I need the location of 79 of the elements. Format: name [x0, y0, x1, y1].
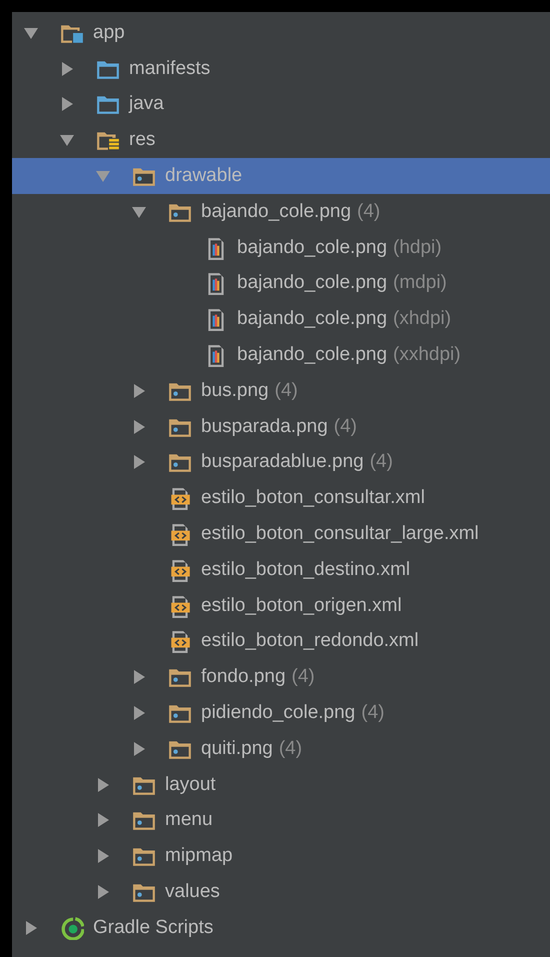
tree-row[interactable]: mipmap [12, 838, 550, 874]
item-name: estilo_boton_consultar.xml [201, 487, 425, 510]
item-name: app [93, 22, 125, 44]
item-name: res [129, 129, 156, 152]
item-name: quiti.png [201, 738, 273, 760]
item-name: bajando_cole.png [237, 236, 388, 259]
tree-row[interactable]: java [12, 86, 550, 122]
expand-arrow-icon[interactable] [132, 420, 146, 434]
expand-arrow-icon[interactable] [60, 97, 74, 112]
tree-row[interactable]: app [12, 15, 550, 51]
item-name: menu [165, 809, 213, 832]
collapse-arrow-icon[interactable] [132, 204, 146, 219]
tree-row[interactable]: menu [12, 802, 550, 838]
item-detail: (4) [370, 451, 393, 474]
item-detail: (4) [292, 666, 315, 688]
item-name: drawable [165, 165, 242, 188]
item-detail: (4) [357, 200, 380, 223]
expand-arrow-icon[interactable] [60, 62, 74, 76]
item-detail: (xxhdpi) [393, 344, 461, 366]
item-name: layout [165, 774, 216, 796]
tree-row[interactable]: estilo_boton_origen.xml [12, 588, 550, 624]
tree-row[interactable]: quiti.png (4) [12, 730, 550, 767]
item-name: bajando_cole.png [237, 272, 388, 294]
tree-row[interactable]: estilo_boton_consultar.xml [12, 480, 550, 516]
item-name: estilo_boton_consultar_large.xml [201, 523, 479, 546]
item-name: Gradle Scripts [93, 916, 214, 939]
item-name: values [165, 881, 220, 904]
item-detail: (xhdpi) [393, 308, 452, 330]
tree-row[interactable]: estilo_boton_destino.xml [12, 552, 550, 588]
expand-arrow-icon[interactable] [96, 813, 110, 828]
item-detail: (4) [278, 738, 302, 760]
item-detail: (mdpi) [393, 272, 447, 294]
expand-arrow-icon[interactable] [132, 384, 146, 398]
item-name: bajando_cole.png [237, 344, 388, 366]
tree-row[interactable]: bajando_cole.png (xxhdpi) [12, 337, 550, 373]
tree-row[interactable]: res [12, 122, 550, 158]
tree-row[interactable]: values [12, 874, 550, 910]
item-name: estilo_boton_redondo.xml [201, 630, 419, 652]
expand-arrow-icon[interactable] [132, 455, 146, 470]
tree-row[interactable]: layout [12, 766, 550, 803]
expand-arrow-icon[interactable] [132, 706, 146, 720]
item-name: fondo.png [201, 666, 286, 688]
tree-row[interactable]: estilo_boton_redondo.xml [12, 624, 550, 660]
tree-row[interactable]: bajando_cole.png (hdpi) [12, 230, 550, 266]
collapse-arrow-icon[interactable] [60, 133, 74, 148]
item-name: busparada.png [201, 416, 328, 438]
tree-row[interactable]: pidiendo_cole.png (4) [12, 695, 550, 731]
expand-arrow-icon[interactable] [96, 778, 110, 792]
item-name: mipmap [165, 845, 233, 868]
tree-row[interactable]: bajando_cole.png (mdpi) [12, 266, 550, 302]
collapse-arrow-icon[interactable] [24, 26, 38, 40]
tree-row[interactable]: busparadablue.png (4) [12, 444, 550, 480]
item-name: manifests [129, 58, 210, 80]
tree-row[interactable]: Gradle Scripts [12, 910, 550, 946]
item-name: busparadablue.png [201, 451, 364, 474]
item-name: pidiendo_cole.png [201, 702, 356, 724]
expand-arrow-icon[interactable] [24, 920, 38, 935]
item-name: bus.png [201, 380, 269, 402]
item-name: estilo_boton_origen.xml [201, 594, 402, 617]
item-name: java [129, 93, 164, 116]
expand-arrow-icon[interactable] [132, 742, 146, 756]
tree-row[interactable]: estilo_boton_consultar_large.xml [12, 516, 550, 552]
item-detail: (4) [334, 416, 358, 438]
item-detail: (4) [274, 380, 298, 402]
tree-row[interactable]: busparada.png (4) [12, 408, 550, 445]
item-name: estilo_boton_destino.xml [201, 558, 410, 581]
tree-row[interactable]: bajando_cole.png (4) [12, 194, 550, 230]
item-name: bajando_cole.png [237, 308, 388, 330]
item-detail: (4) [361, 702, 384, 724]
item-name: bajando_cole.png [201, 200, 352, 223]
gradle-icon [60, 916, 84, 940]
tree-row[interactable]: bajando_cole.png (xhdpi) [12, 301, 550, 338]
tree-row[interactable]: fondo.png (4) [12, 659, 550, 696]
expand-arrow-icon[interactable] [132, 670, 146, 684]
tree-row[interactable]: manifests [12, 50, 550, 87]
item-detail: (hdpi) [393, 236, 442, 259]
expand-arrow-icon[interactable] [96, 849, 110, 864]
tree-row[interactable]: bus.png (4) [12, 372, 550, 409]
expand-arrow-icon[interactable] [96, 885, 110, 900]
